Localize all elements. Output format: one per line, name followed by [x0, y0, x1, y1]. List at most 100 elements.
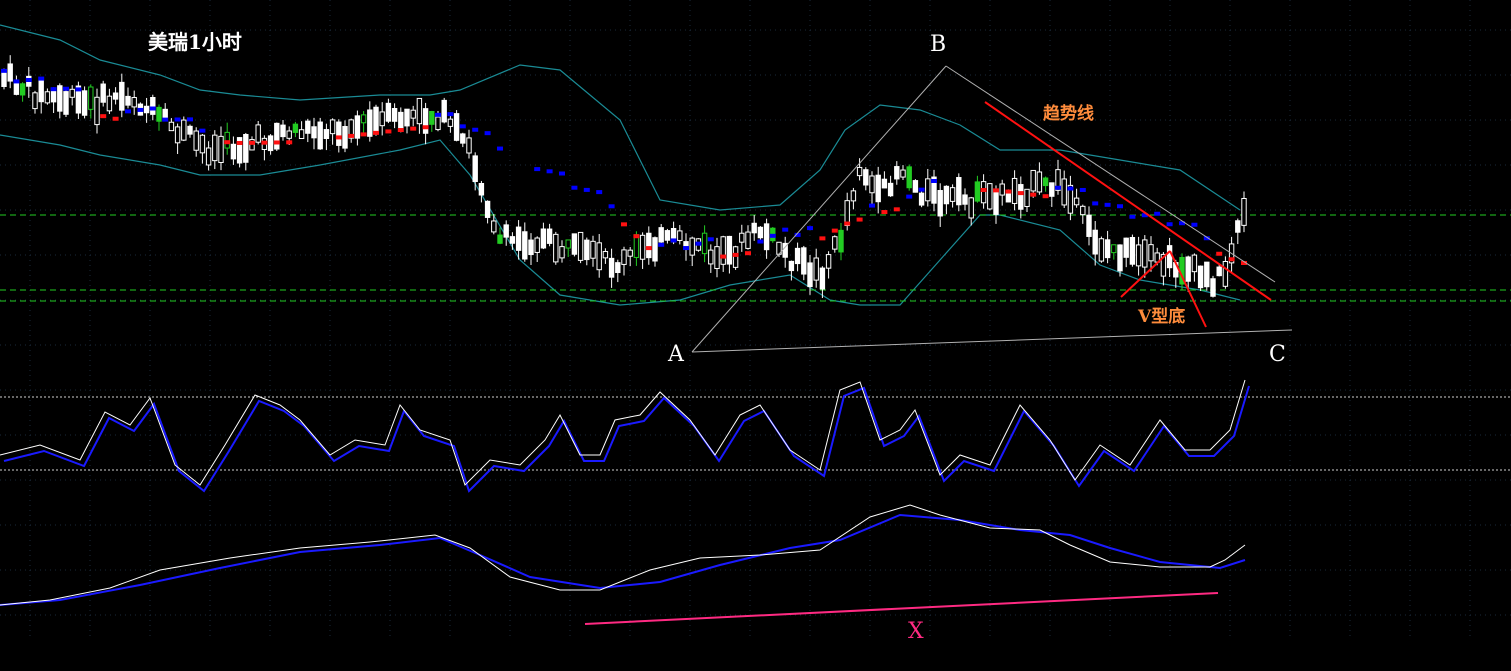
candle-body: [980, 181, 987, 204]
trend-marker-up: [1017, 191, 1024, 196]
candle-body: [962, 194, 968, 205]
trend-marker-down: [608, 204, 615, 209]
trend-marker-up: [1042, 194, 1049, 199]
candle-body: [1098, 238, 1105, 262]
trend-marker-down: [559, 171, 565, 176]
candle-body: [311, 126, 317, 139]
point-a-label: A: [668, 342, 684, 367]
trend-marker-up: [236, 140, 243, 145]
trend-marker-down: [707, 237, 714, 242]
trend-marker-up: [422, 125, 429, 130]
trend-marker-down: [38, 76, 45, 81]
candle-body: [968, 197, 974, 219]
bc-line: [945, 65, 1276, 283]
trend-marker-up: [819, 236, 826, 241]
trend-marker-down: [125, 109, 131, 114]
candle-body: [943, 185, 950, 205]
candle-body: [894, 166, 900, 180]
trend-marker-up: [1216, 251, 1223, 256]
candle-body: [286, 130, 292, 139]
candle-body: [577, 231, 584, 261]
trend-marker-down: [63, 86, 69, 91]
trend-marker-up: [980, 187, 987, 192]
trend-marker-up: [732, 252, 739, 257]
candle-body: [1005, 192, 1012, 203]
candle-body: [732, 246, 739, 268]
candle-body: [881, 178, 888, 189]
candle-body: [875, 174, 881, 203]
candle-body: [763, 223, 770, 251]
candle-body: [559, 246, 565, 259]
candle-body: [13, 81, 20, 95]
candle-body: [1129, 237, 1136, 265]
trend-marker-down: [75, 87, 82, 92]
candle-body: [38, 80, 44, 103]
trend-marker-down: [435, 112, 441, 117]
trend-marker-up: [993, 188, 999, 193]
candle-body: [391, 108, 398, 122]
candle-body: [949, 187, 956, 202]
candle-body: [19, 83, 26, 96]
trend-marker-up: [249, 140, 255, 145]
candle-body: [819, 267, 826, 290]
candle-body: [69, 88, 75, 98]
candle-body: [658, 227, 664, 243]
candle-body: [143, 105, 150, 114]
chart-title: 美瑞1小时: [148, 30, 242, 54]
trend-marker-up: [261, 140, 268, 145]
osc-slow-line: [3, 385, 1250, 493]
trend-marker-up: [335, 135, 342, 140]
candle-body: [1086, 214, 1092, 237]
candle-body: [757, 226, 764, 239]
trend-marker-up: [273, 140, 280, 145]
trend-marker-down: [596, 190, 603, 195]
candles: [1, 55, 1247, 299]
candle-body: [1042, 177, 1049, 187]
candle-body: [422, 108, 429, 134]
trend-marker-up: [1005, 189, 1012, 194]
trend-marker-down: [137, 107, 144, 112]
trend-marker-down: [782, 227, 789, 232]
candle-body: [212, 134, 218, 162]
bollinger-lower: [0, 134, 1241, 306]
candle-body: [652, 237, 658, 262]
candle-body: [1092, 229, 1098, 255]
trend-marker-up: [645, 246, 652, 251]
candle-body: [838, 229, 844, 253]
trend-marker-up: [410, 126, 417, 131]
trend-marker-up: [831, 228, 838, 233]
candle-body: [230, 143, 237, 160]
candle-body: [478, 182, 485, 196]
divergence-line: [584, 592, 1219, 625]
trend-marker-down: [695, 241, 702, 246]
chart-canvas: [0, 0, 1511, 640]
candle-body: [100, 83, 106, 103]
trend-marker-up: [373, 130, 379, 135]
candle-body: [987, 183, 993, 210]
trend-marker-down: [906, 194, 913, 199]
trend-marker-down: [1067, 186, 1074, 191]
candle-body: [360, 114, 367, 124]
candle-body: [323, 129, 330, 140]
trend-marker-down: [187, 117, 193, 122]
trend-marker-up: [621, 222, 627, 227]
candle-body: [255, 124, 261, 143]
point-b-label: B: [930, 32, 947, 57]
candle-body: [491, 220, 497, 233]
candle-body: [1036, 171, 1043, 193]
candle-body: [1123, 237, 1129, 258]
candle-body: [863, 169, 869, 186]
candle-body: [125, 95, 131, 106]
candle-body: [1061, 178, 1067, 206]
trend-marker-up: [893, 207, 900, 212]
candle-body: [726, 235, 733, 265]
trend-marker-down: [683, 246, 689, 251]
candle-body: [1241, 197, 1247, 226]
candle-body: [639, 234, 646, 260]
candle-body: [466, 137, 472, 154]
trend-marker-down: [50, 87, 57, 92]
trend-marker-up: [633, 234, 640, 239]
candle-body: [522, 231, 528, 260]
candle-body: [447, 118, 454, 127]
candle-body: [298, 129, 305, 140]
